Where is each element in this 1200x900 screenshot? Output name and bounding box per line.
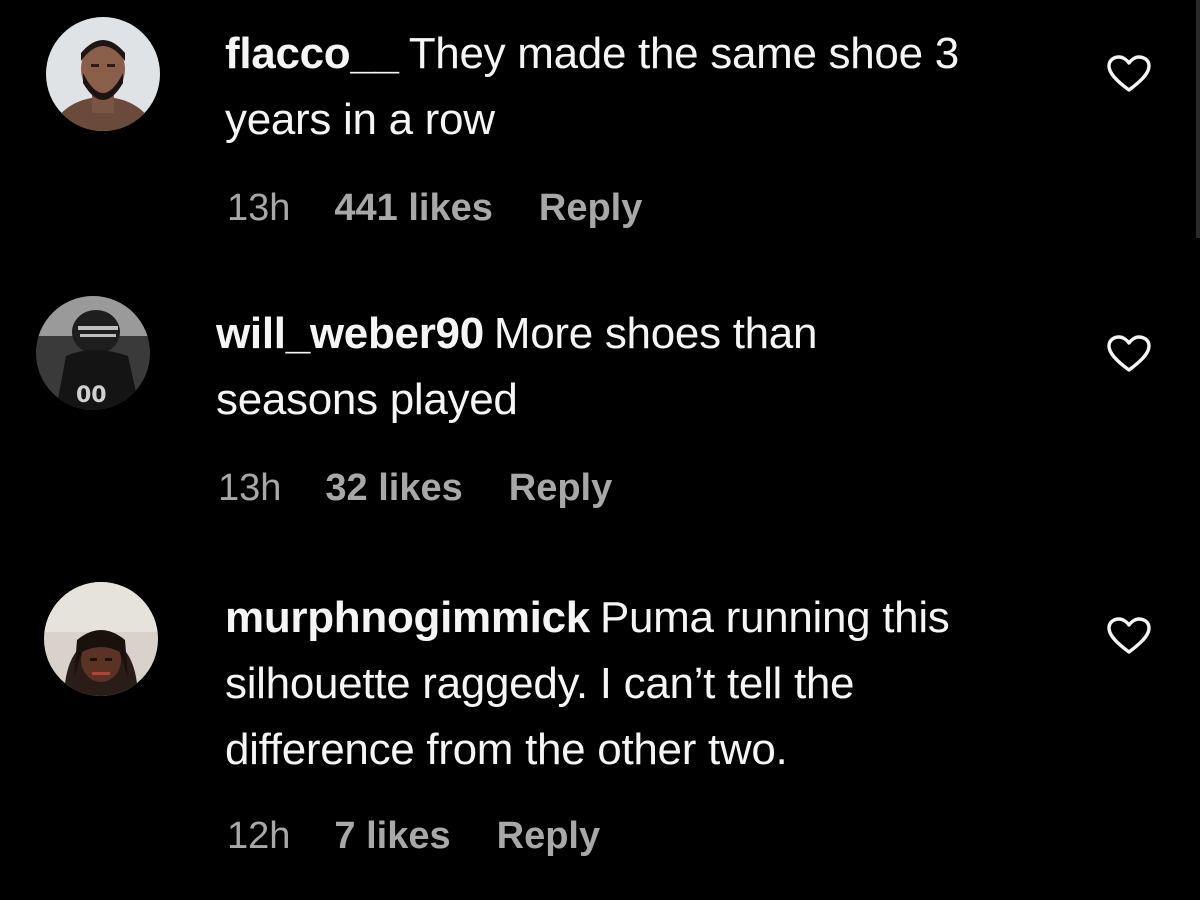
reply-button[interactable]: Reply [509, 465, 612, 511]
reply-button[interactable]: Reply [497, 813, 600, 859]
avatar-football-player-image: 00 [36, 296, 150, 410]
avatar-man-beard-image [46, 17, 160, 131]
comment-meta: 13h 441 likes Reply [227, 185, 642, 231]
like-button[interactable] [1106, 334, 1152, 374]
avatar[interactable]: 00 [36, 296, 150, 410]
heart-outline-icon [1107, 55, 1151, 92]
comment-meta: 12h 7 likes Reply [227, 813, 600, 859]
svg-text:00: 00 [76, 383, 107, 408]
comment-timestamp[interactable]: 13h [227, 185, 290, 231]
avatar-man-locs-image [44, 582, 158, 696]
like-button[interactable] [1106, 616, 1152, 656]
comment-text: murphnogimmick Puma running this silhouet… [225, 585, 1015, 783]
comment-username[interactable]: murphnogimmick [225, 593, 590, 642]
comment-likes-count[interactable]: 32 likes [325, 465, 462, 511]
comment-timestamp[interactable]: 13h [218, 465, 281, 511]
avatar[interactable] [46, 17, 160, 131]
heart-outline-icon [1107, 617, 1151, 654]
comment-text: will_weber90 More shoes than seasons play… [216, 301, 936, 433]
comment-username[interactable]: will_weber90 [216, 309, 484, 358]
heart-outline-icon [1107, 335, 1151, 372]
scrollbar[interactable] [1196, 0, 1200, 238]
comment-timestamp[interactable]: 12h [227, 813, 290, 859]
comment-text: flacco__ They made the same shoe 3 years … [225, 21, 1045, 153]
like-button[interactable] [1106, 54, 1152, 94]
comment-username[interactable]: flacco__ [225, 29, 399, 78]
comment-meta: 13h 32 likes Reply [218, 465, 612, 511]
comment-likes-count[interactable]: 7 likes [334, 813, 450, 859]
avatar[interactable] [44, 582, 158, 696]
comment-likes-count[interactable]: 441 likes [334, 185, 492, 231]
reply-button[interactable]: Reply [539, 185, 642, 231]
